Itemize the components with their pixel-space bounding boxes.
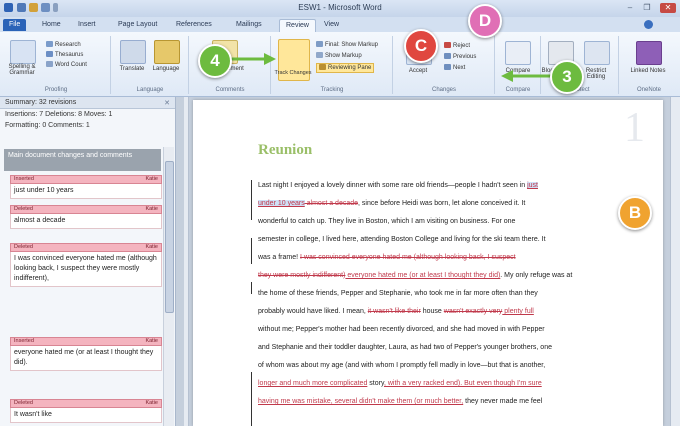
callout-b-badge: B — [618, 196, 652, 230]
callout-d-badge: D — [468, 4, 502, 38]
callout-c-badge: C — [404, 29, 438, 63]
arrow-to-next — [501, 70, 552, 82]
step-4-badge: 4 — [198, 44, 232, 78]
step-3-badge: 3 — [550, 60, 584, 94]
arrow-to-track-changes — [228, 53, 276, 65]
